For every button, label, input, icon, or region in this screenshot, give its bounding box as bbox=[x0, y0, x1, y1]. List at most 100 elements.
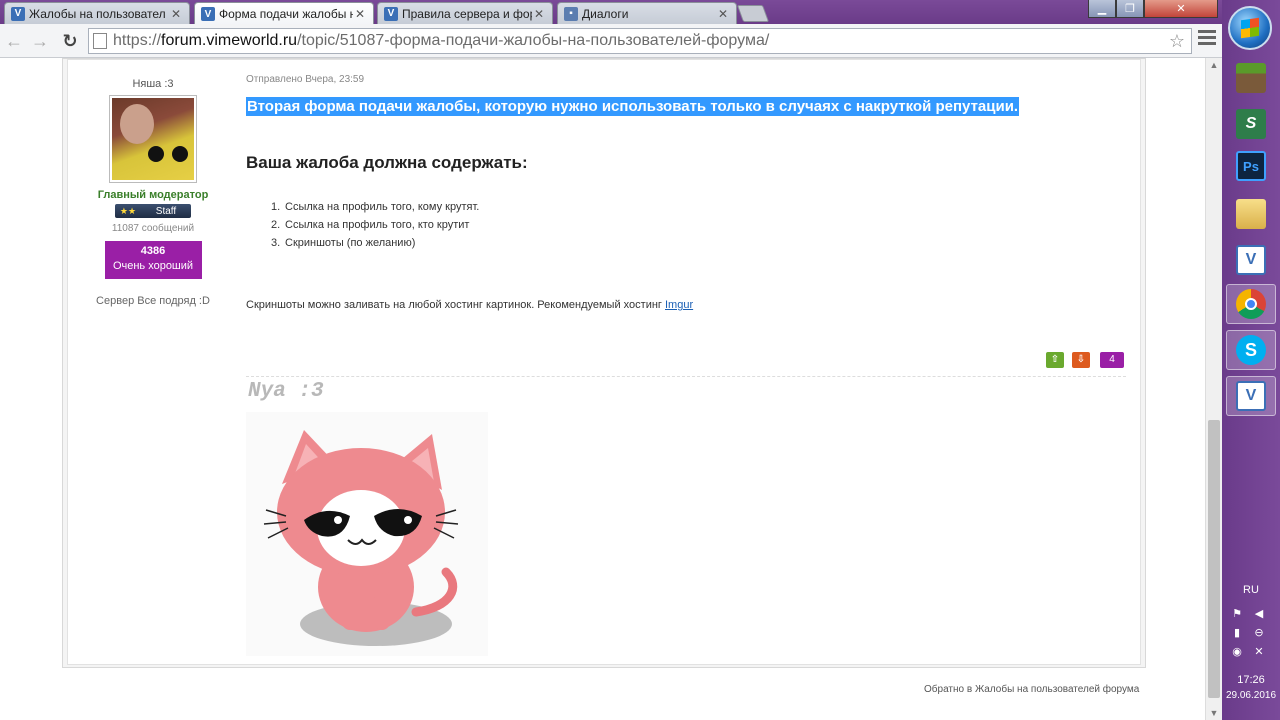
url-path: /topic/51087-форма-подачи-жалобы-на-поль… bbox=[297, 32, 770, 49]
no-entry-icon[interactable]: ⊖ bbox=[1252, 625, 1266, 639]
requirements-list: 1. Ссылка на профиль того, кому крутят. 2… bbox=[271, 198, 1126, 252]
new-tab-button[interactable] bbox=[736, 5, 770, 22]
forward-arrow-icon[interactable]: → bbox=[30, 31, 50, 51]
page-viewport: Няша :3 Главный модератор ★★ Staff 11087 bbox=[0, 58, 1205, 720]
maximize-button[interactable]: ❐ bbox=[1116, 0, 1144, 18]
cat-illustration bbox=[263, 430, 459, 646]
posted-date: Отправлено Вчера, 23:59 bbox=[246, 74, 365, 85]
reputation-box: 4386 Очень хороший bbox=[104, 241, 202, 279]
url-scheme: https:// bbox=[113, 32, 162, 49]
flag-icon[interactable]: ⚑ bbox=[1230, 606, 1244, 620]
list-item: 2. Ссылка на профиль того, кто крутит bbox=[271, 219, 470, 231]
network-icon[interactable]: ▮ bbox=[1230, 625, 1244, 639]
speaker-icon[interactable]: ◀ bbox=[1252, 606, 1266, 620]
back-to-forum-link[interactable]: Обратно в Жалобы на пользователей форума bbox=[924, 684, 1139, 695]
folder-icon bbox=[1236, 199, 1266, 229]
taskbar-minecraft[interactable] bbox=[1226, 58, 1276, 98]
bookmark-star-icon[interactable]: ☆ bbox=[1169, 31, 1185, 52]
minimize-button[interactable]: ▁ bbox=[1088, 0, 1116, 18]
list-item: 3. Скриншоты (по желанию) bbox=[271, 237, 416, 249]
vimeworld-icon: V bbox=[1236, 381, 1266, 411]
vimeworld-icon: V bbox=[384, 6, 398, 21]
start-button[interactable] bbox=[1228, 6, 1272, 50]
taskbar-photoshop[interactable]: Ps bbox=[1226, 146, 1276, 186]
close-icon[interactable]: ✕ bbox=[532, 7, 546, 21]
reputation-controls: ⇧ ⇩ 4 bbox=[1046, 352, 1124, 368]
reputation-value: 4386 bbox=[140, 245, 166, 257]
taskbar-skype[interactable]: S bbox=[1226, 330, 1276, 370]
scroll-up-icon[interactable]: ▲ bbox=[1206, 58, 1222, 72]
back-arrow-icon[interactable]: ← bbox=[4, 31, 24, 51]
rep-up-icon[interactable]: ⇧ bbox=[1046, 352, 1064, 368]
taskbar-vimeworld-2[interactable]: V bbox=[1226, 376, 1276, 416]
browser-toolbar: ← → ↻ https://forum.vimeworld.ru/topic/5… bbox=[0, 24, 1222, 58]
language-indicator[interactable]: RU bbox=[1222, 584, 1280, 596]
chrome-icon bbox=[1236, 289, 1266, 319]
group-title: Главный модератор bbox=[97, 189, 209, 201]
post-body: Отправлено Вчера, 23:59 Вторая форма под… bbox=[246, 60, 1126, 311]
system-tray: ⚑ ◀ ▮ ⊖ ◉ ✕ bbox=[1230, 606, 1274, 658]
reputation-label: Очень хороший bbox=[112, 260, 194, 272]
cat-image bbox=[246, 412, 488, 656]
scroll-down-icon[interactable]: ▼ bbox=[1206, 706, 1222, 720]
imgur-link[interactable]: Imgur bbox=[665, 299, 693, 311]
author-name[interactable]: Няша :3 bbox=[68, 78, 238, 90]
close-icon[interactable]: ✕ bbox=[716, 7, 730, 21]
taskbar-explorer[interactable] bbox=[1226, 194, 1276, 234]
photoshop-icon: Ps bbox=[1236, 151, 1266, 181]
star-icon: ★★ bbox=[119, 205, 137, 216]
list-item: 1. Ссылка на профиль того, кому крутят. bbox=[271, 201, 480, 213]
close-window-button[interactable]: ✕ bbox=[1144, 0, 1218, 18]
clock-time[interactable]: 17:26 bbox=[1222, 674, 1280, 686]
hosting-text: Скриншоты можно заливать на любой хостин… bbox=[246, 299, 694, 311]
vimeworld-icon: V bbox=[11, 6, 25, 21]
post-frame: Няша :3 Главный модератор ★★ Staff 11087 bbox=[62, 58, 1146, 668]
tab-strip: V Жалобы на пользовател ✕ V Форма подачи… bbox=[0, 0, 1222, 25]
alert-icon[interactable]: ✕ bbox=[1252, 644, 1266, 658]
forum-post: Няша :3 Главный модератор ★★ Staff 11087 bbox=[67, 59, 1141, 665]
close-icon[interactable]: ✕ bbox=[353, 7, 367, 21]
security-icon[interactable]: ◉ bbox=[1230, 644, 1244, 658]
close-icon[interactable]: ✕ bbox=[169, 7, 183, 21]
tab-title: Правила сервера и фор bbox=[402, 6, 532, 21]
badge-label: Staff bbox=[155, 205, 177, 217]
rep-down-icon[interactable]: ⇩ bbox=[1072, 352, 1090, 368]
dialog-icon: ▪ bbox=[564, 6, 578, 21]
taskbar-chrome[interactable] bbox=[1226, 284, 1276, 324]
taskbar-vimeworld[interactable]: V bbox=[1226, 240, 1276, 280]
server-label: Сервер bbox=[96, 295, 135, 307]
page-icon bbox=[93, 33, 107, 49]
vimeworld-icon: V bbox=[1236, 245, 1266, 275]
minecraft-icon bbox=[1236, 63, 1266, 93]
skype-icon: S bbox=[1236, 335, 1266, 365]
scroll-thumb[interactable] bbox=[1208, 420, 1220, 698]
browser-window: V Жалобы на пользовател ✕ V Форма подачи… bbox=[0, 0, 1222, 720]
avatar[interactable] bbox=[109, 95, 197, 183]
url-domain: forum.vimeworld.ru bbox=[161, 32, 298, 49]
tab-title: Жалобы на пользовател bbox=[29, 6, 166, 21]
post-count: 11087 сообщений bbox=[111, 223, 195, 234]
tab-complaints[interactable]: V Жалобы на пользовател ✕ bbox=[4, 2, 190, 24]
post-rep-value: 4 bbox=[1100, 352, 1124, 368]
signature-text: Nya :3 bbox=[248, 380, 324, 403]
server-value: Все подряд :D bbox=[137, 295, 210, 307]
taskbar-s-app[interactable]: S bbox=[1226, 104, 1276, 144]
clock-date[interactable]: 29.06.2016 bbox=[1222, 690, 1280, 701]
address-bar[interactable]: https://forum.vimeworld.ru/topic/51087-ф… bbox=[88, 28, 1192, 54]
author-panel: Няша :3 Главный модератор ★★ Staff 11087 bbox=[68, 60, 238, 307]
signature-divider bbox=[246, 376, 1126, 377]
tab-complaint-form[interactable]: V Форма подачи жалобы н ✕ bbox=[194, 2, 374, 25]
menu-icon[interactable] bbox=[1198, 30, 1216, 48]
staff-badge: ★★ Staff bbox=[115, 204, 191, 218]
scrollbar[interactable]: ▲ ▼ bbox=[1205, 58, 1222, 720]
server-field: Сервер Все подряд :D bbox=[68, 295, 238, 307]
highlighted-text: Вторая форма подачи жалобы, которую нужн… bbox=[246, 97, 1020, 116]
section-heading: Ваша жалоба должна содержать: bbox=[246, 153, 528, 172]
tab-title: Диалоги bbox=[582, 6, 629, 21]
tab-server-rules[interactable]: V Правила сервера и фор ✕ bbox=[377, 2, 553, 24]
vimeworld-icon: V bbox=[201, 7, 215, 21]
reload-icon[interactable]: ↻ bbox=[60, 31, 80, 51]
s-app-icon: S bbox=[1236, 109, 1266, 139]
taskbar: S Ps V S V RU ⚑ ◀ ▮ ⊖ ◉ ✕ 17:26 29.06.20… bbox=[1222, 0, 1280, 720]
tab-dialogs[interactable]: ▪ Диалоги ✕ bbox=[557, 2, 737, 24]
